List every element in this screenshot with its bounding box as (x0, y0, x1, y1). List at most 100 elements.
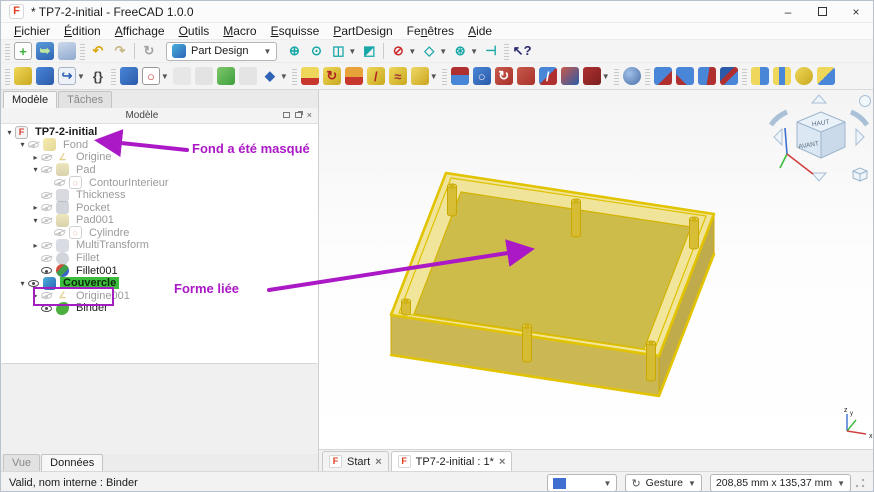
expander-icon[interactable]: ▸ (30, 241, 41, 250)
axonometric-view-button[interactable]: ◫▼ (328, 41, 357, 61)
revolution-button[interactable]: ↻ (322, 66, 342, 86)
tree-item-fillet[interactable]: Fillet (1, 252, 318, 265)
tree-item-contourinterieur[interactable]: ○ContourInterieur (1, 176, 318, 189)
maximize-button[interactable] (805, 1, 839, 22)
menu-esquisse[interactable]: Esquisse (264, 24, 327, 38)
additive-helix-button[interactable]: ≈ (388, 66, 408, 86)
new-file-button[interactable]: + (13, 41, 33, 61)
tab-taches[interactable]: Tâches (58, 91, 112, 108)
visibility-off-icon[interactable] (41, 242, 52, 249)
subtractive-loft-button[interactable] (516, 66, 536, 86)
tab-vue[interactable]: Vue (3, 454, 40, 471)
tree-item-fond[interactable]: ▾Fond (1, 138, 318, 151)
toolbar-handle[interactable] (645, 67, 650, 85)
visibility-off-icon[interactable] (54, 179, 65, 186)
navigation-cube[interactable]: HAUT AVANT (771, 95, 871, 181)
open-file-button[interactable]: ➥ (35, 41, 55, 61)
toolbar-handle[interactable] (5, 42, 10, 60)
3d-viewport[interactable]: HAUT AVANT (319, 90, 873, 449)
toolbar-handle[interactable] (742, 67, 747, 85)
polar-pattern-button[interactable] (794, 66, 814, 86)
visibility-off-icon[interactable] (41, 166, 52, 173)
visibility-off-icon[interactable] (41, 217, 52, 224)
fillet-button[interactable] (653, 66, 673, 86)
thickness-button[interactable] (719, 66, 739, 86)
visibility-off-icon[interactable] (41, 292, 52, 299)
make-link-button[interactable]: ↪▼ (57, 66, 86, 86)
map-sketch-button[interactable] (194, 66, 214, 86)
menu-macro[interactable]: Macro (216, 24, 263, 38)
mirrored-feature-button[interactable] (750, 66, 770, 86)
expander-icon[interactable]: ▸ (30, 203, 41, 212)
dock-icon[interactable] (283, 112, 290, 118)
refresh-button[interactable]: ↻ (139, 41, 159, 61)
toolbar-handle[interactable] (292, 67, 297, 85)
tree-item-origine[interactable]: ▸∠Origine (1, 151, 318, 164)
toolbar-handle[interactable] (442, 67, 447, 85)
chamfer-button[interactable] (675, 66, 695, 86)
sketch-tools-button[interactable]: ◆▼ (260, 66, 289, 86)
measure-button[interactable]: ⊣ (481, 41, 501, 61)
zoom-fit-all-button[interactable]: ⊕ (284, 41, 304, 61)
toolbar-handle[interactable] (504, 42, 509, 60)
expander-icon[interactable]: ▾ (17, 140, 28, 149)
tree-item-couvercle[interactable]: ▾Couvercle (1, 277, 318, 290)
menu-affichage[interactable]: Affichage (108, 24, 172, 38)
tab-close-icon[interactable]: × (375, 456, 381, 468)
tree-item-thickness[interactable]: Thickness (1, 189, 318, 202)
tree-item-tp7-2-initial[interactable]: ▾FTP7-2-initial (1, 126, 318, 139)
create-part-button[interactable] (35, 66, 55, 86)
menu-fichier[interactable]: Fichier (7, 24, 57, 38)
tree-item-pocket[interactable]: ▸Pocket (1, 201, 318, 214)
linear-pattern-button[interactable] (772, 66, 792, 86)
validate-sketch-button[interactable] (216, 66, 236, 86)
toolbar-handle[interactable] (5, 67, 10, 85)
dimension-select[interactable]: 208,85 mm x 135,37 mm ▼ (710, 474, 851, 492)
visibility-off-icon[interactable] (41, 204, 52, 211)
visibility-on-icon[interactable] (41, 267, 52, 274)
sync-view-button[interactable]: ◩ (359, 41, 379, 61)
visibility-off-icon[interactable] (41, 192, 52, 199)
mdi-tab-start[interactable]: FStart× (322, 451, 389, 471)
undo-button[interactable]: ↶ (88, 41, 108, 61)
couvercle-3d-model[interactable] (391, 173, 714, 396)
resize-grip[interactable] (855, 478, 865, 488)
hole-button[interactable]: ○ (472, 66, 492, 86)
tab-donnees[interactable]: Données (41, 454, 103, 471)
tab-modele[interactable]: Modèle (3, 91, 57, 108)
expander-icon[interactable]: ▾ (4, 128, 15, 137)
visibility-off-icon[interactable] (28, 141, 39, 148)
tree-item-fillet001[interactable]: Fillet001 (1, 264, 318, 277)
menu-aide[interactable]: Aide (461, 24, 499, 38)
additive-primitive-button[interactable]: ▼ (410, 66, 439, 86)
visibility-on-icon[interactable] (28, 280, 39, 287)
tree-item-cylindre[interactable]: ○Cylindre (1, 227, 318, 240)
expander-icon[interactable]: ▸ (30, 291, 41, 300)
macro-button[interactable]: {} (88, 66, 108, 86)
create-datum-button[interactable] (119, 66, 139, 86)
menu-outils[interactable]: Outils (172, 24, 217, 38)
menu-partdesign[interactable]: PartDesign (326, 24, 399, 38)
clipping-plane-button[interactable]: ⊘▼ (388, 41, 417, 61)
pad-button[interactable] (300, 66, 320, 86)
zoom-selection-button[interactable]: ⊙ (306, 41, 326, 61)
additive-pipe-button[interactable]: / (366, 66, 386, 86)
draft-button[interactable] (697, 66, 717, 86)
menu-edition[interactable]: Édition (57, 24, 108, 38)
visibility-on-icon[interactable] (41, 305, 52, 312)
mdi-tab-tp7-2-initial-1-[interactable]: FTP7-2-initial : 1*× (391, 451, 513, 471)
navigation-style-select[interactable]: ↻ Gesture ▼ (625, 474, 702, 492)
create-sketch-button[interactable]: ○▼ (141, 66, 170, 86)
additive-loft-button[interactable] (344, 66, 364, 86)
zoom-tools-button[interactable]: ⊛▼ (450, 41, 479, 61)
groove-button[interactable]: ↻ (494, 66, 514, 86)
toolbar-handle[interactable] (80, 42, 85, 60)
minimize-button[interactable]: – (771, 1, 805, 22)
expander-icon[interactable]: ▸ (30, 153, 41, 162)
visibility-off-icon[interactable] (41, 255, 52, 262)
toolbar-handle[interactable] (614, 67, 619, 85)
edit-sketch-button[interactable] (172, 66, 192, 86)
redo-button[interactable]: ↷ (110, 41, 130, 61)
tab-close-icon[interactable]: × (499, 456, 505, 468)
visibility-off-icon[interactable] (41, 154, 52, 161)
